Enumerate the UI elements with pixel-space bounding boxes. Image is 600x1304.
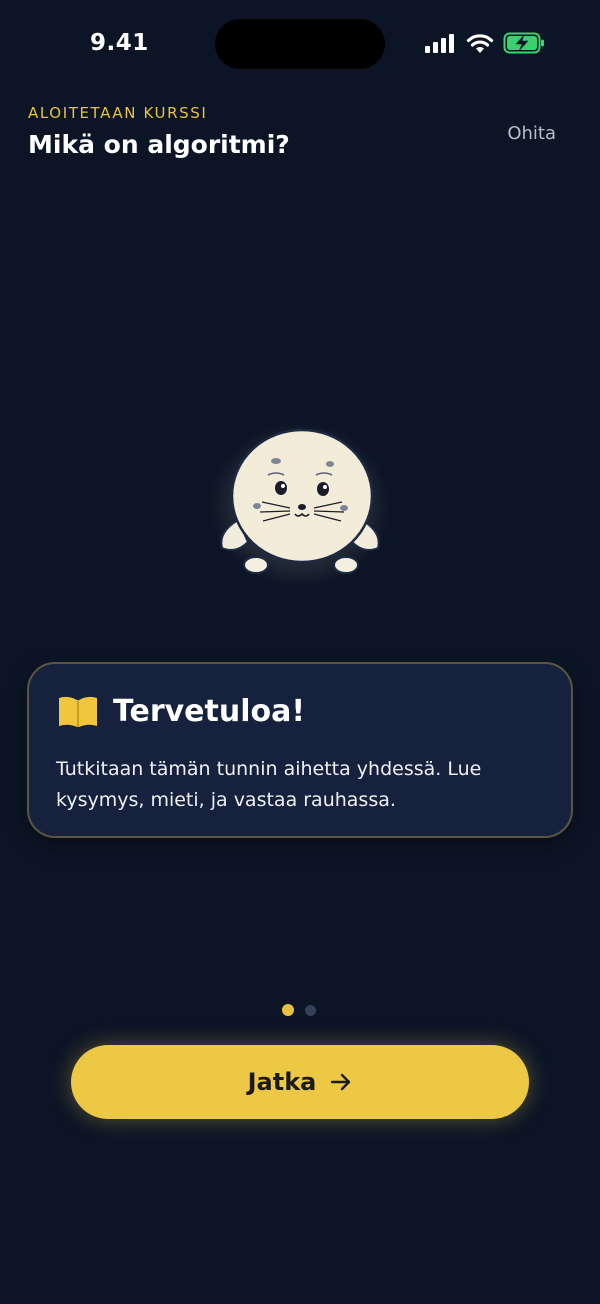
arrow-right-icon: [331, 1073, 351, 1091]
welcome-card: Tervetuloa! Tutkitaan tämän tunnin aihet…: [27, 662, 573, 838]
page-dot-inactive: [305, 1005, 316, 1016]
card-body-text: Tutkitaan tämän tunnin aihetta yhdessä. …: [56, 758, 482, 811]
course-eyebrow: ALOITETAAN KURSSI: [28, 104, 208, 122]
page-dot-active: [282, 1004, 294, 1016]
card-title: Tervetuloa!: [113, 694, 306, 729]
continue-button-label: Jatka: [247, 1068, 317, 1096]
skip-button[interactable]: Ohita: [507, 123, 556, 144]
page-title: Mikä on algoritmi?: [28, 130, 290, 159]
card-header: Tervetuloa!: [57, 694, 305, 729]
status-time: 9.41: [90, 30, 149, 56]
seal-mascot-illustration: [210, 423, 390, 587]
open-book-icon: [59, 696, 97, 727]
wifi-icon: [466, 33, 494, 53]
continue-button[interactable]: Jatka: [71, 1045, 529, 1119]
dynamic-island: [215, 19, 385, 69]
onboarding-screen: 9.41 ALOITETAAN KURSSI Mikä on algoritmi…: [0, 0, 600, 1304]
status-icons: [425, 32, 545, 54]
cellular-signal-icon: [425, 34, 454, 53]
pagination-dots: [282, 1004, 316, 1016]
battery-charging-icon: [503, 32, 544, 54]
